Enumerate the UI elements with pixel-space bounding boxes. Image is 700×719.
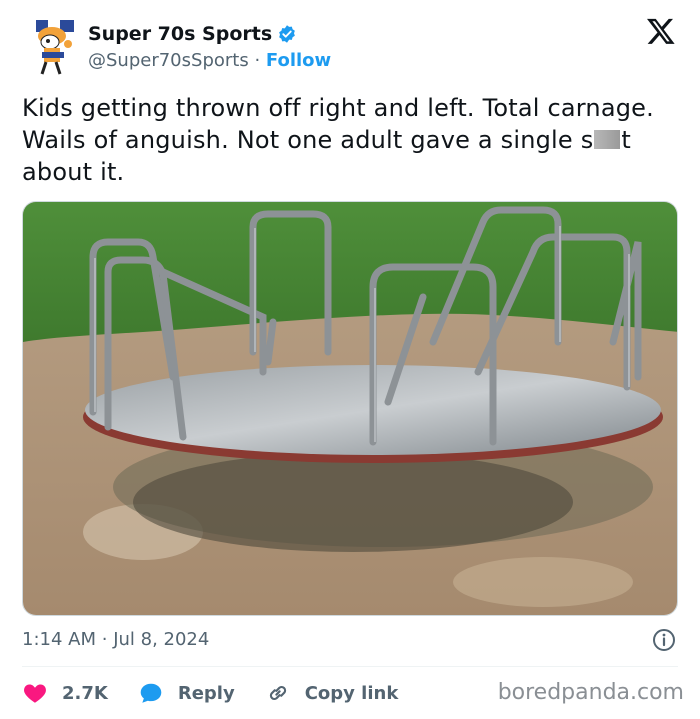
copy-link-button[interactable]: Copy link xyxy=(265,680,399,706)
account-names: Super 70s Sports @Super70sSports · Follo… xyxy=(88,22,331,74)
tweet-text: Kids getting thrown off right and left. … xyxy=(22,92,662,188)
display-name[interactable]: Super 70s Sports xyxy=(88,22,272,46)
speech-bubble-icon xyxy=(140,683,162,703)
link-icon xyxy=(269,685,286,701)
tweet-text-part-1: Kids getting thrown off right and left. … xyxy=(22,94,654,154)
heart-icon xyxy=(24,684,46,703)
reply-label: Reply xyxy=(177,682,235,704)
tweet-meta: 1:14 AM · Jul 8, 2024 xyxy=(22,626,678,656)
watermark: boredpanda.com xyxy=(497,680,684,705)
tweet-time[interactable]: 1:14 AM xyxy=(22,629,96,650)
handle-separator: · xyxy=(254,50,266,71)
follow-button[interactable]: Follow xyxy=(266,50,331,71)
handle[interactable]: @Super70sSports xyxy=(88,50,249,71)
info-icon[interactable] xyxy=(652,628,676,652)
tweet-header: Super 70s Sports @Super70sSports · Follo… xyxy=(22,14,682,78)
verified-badge-icon xyxy=(277,24,297,44)
tweet-image[interactable] xyxy=(22,201,678,616)
x-logo-icon[interactable] xyxy=(646,16,676,46)
reply-button[interactable]: Reply xyxy=(138,680,235,706)
copy-link-label: Copy link xyxy=(304,682,399,704)
avatar[interactable] xyxy=(30,18,80,76)
tweet-actions: 2.7K Reply Copy link xyxy=(22,676,428,710)
like-count: 2.7K xyxy=(62,682,108,704)
display-name-row[interactable]: Super 70s Sports xyxy=(88,22,331,46)
censor-block xyxy=(594,130,621,149)
meta-separator: · xyxy=(101,629,114,650)
handle-row: @Super70sSports · Follow xyxy=(88,48,331,74)
tweet-date[interactable]: Jul 8, 2024 xyxy=(113,629,209,650)
like-button[interactable]: 2.7K xyxy=(22,680,108,706)
divider xyxy=(22,666,678,667)
